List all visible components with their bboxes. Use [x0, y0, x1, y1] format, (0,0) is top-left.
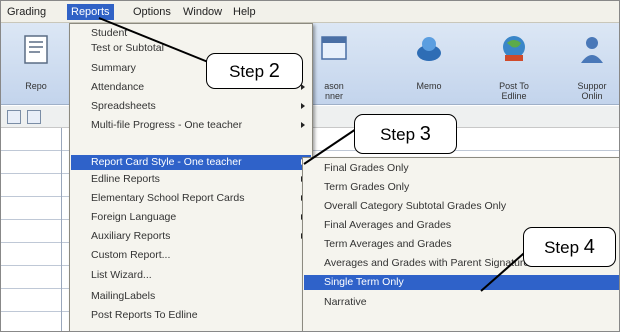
support-icon — [581, 37, 603, 63]
menu-options[interactable]: Options — [129, 4, 175, 20]
submenu-item-label: Averages and Grades with Parent Signatur… — [324, 257, 530, 269]
menu-item-label: Spreadsheets — [91, 100, 156, 112]
menu-item-custom-report[interactable]: Custom Report... — [71, 248, 311, 263]
step3-callout: Step 3 — [354, 114, 457, 154]
post-to-edline-label: Post To Edline — [499, 81, 529, 101]
menu-help[interactable]: Help — [229, 4, 260, 20]
submenu-arrow-icon — [301, 103, 305, 109]
menu-reports[interactable]: Reports — [67, 4, 114, 20]
menu-item-label: Summary — [91, 62, 136, 74]
menu-item-label: Foreign Language — [91, 211, 177, 223]
support-online-toolbar-button[interactable]: Suppor Onlin — [559, 31, 619, 101]
menu-item-label: List Wizard... — [91, 269, 152, 281]
callout-step-word: Step — [380, 125, 416, 144]
menu-item-label: Auxiliary Reports — [91, 230, 171, 242]
memo-icon — [417, 37, 441, 61]
menu-item-foreign-language[interactable]: Foreign Language — [71, 210, 311, 225]
reports-toolbar-button[interactable]: Repo — [3, 31, 69, 101]
submenu-arrow-icon — [301, 122, 305, 128]
callout-step-number: 4 — [583, 236, 595, 258]
globe-post-icon — [503, 36, 525, 61]
submenu-item-label: Narrative — [324, 296, 367, 308]
menu-item-post-reports-to-edline[interactable]: Post Reports To Edline — [71, 308, 311, 320]
menu-item-label: Custom Report... — [91, 249, 171, 261]
menu-item-edline-reports[interactable]: Edline Reports — [71, 172, 311, 187]
menu-item-auxiliary-reports[interactable]: Auxiliary Reports — [71, 229, 311, 244]
menu-item-label: Multi-file Progress - One teacher — [91, 119, 243, 131]
menu-item-label: Elementary School Report Cards — [91, 192, 245, 204]
app-window: Grading Reports Options Window Help Repo… — [0, 0, 620, 332]
callout-step-word: Step — [544, 238, 580, 257]
submenu-arrow-icon — [301, 84, 305, 90]
submenu-item-label: Term Averages and Grades — [324, 238, 452, 250]
menu-item-list-wizard[interactable]: List Wizard... — [71, 268, 311, 283]
reports-toolbar-label: Repo — [25, 81, 47, 91]
grid-icon[interactable] — [7, 110, 21, 124]
callout-step-word: Step — [229, 62, 265, 81]
submenu-item-overall-category-subtotal[interactable]: Overall Category Subtotal Grades Only — [304, 199, 619, 214]
menu-grading[interactable]: Grading — [3, 4, 50, 20]
submenu-item-term-grades-only[interactable]: Term Grades Only — [304, 180, 619, 195]
menu-item-label: Post Reports To Edline — [91, 309, 198, 320]
menu-item-label: Edline Reports — [91, 173, 160, 185]
menu-item-report-card-style[interactable]: Report Card Style - One teacher — [71, 155, 311, 170]
submenu-item-label: Final Averages and Grades — [324, 219, 452, 231]
support-online-label: Suppor Onlin — [577, 81, 607, 101]
calendar-icon — [321, 36, 347, 60]
menu-window[interactable]: Window — [179, 4, 226, 20]
callout-step-number: 2 — [268, 60, 280, 82]
callout-step-number: 3 — [419, 123, 431, 145]
memo-toolbar-label: Memo — [416, 81, 442, 91]
submenu-item-label: Final Grades Only — [324, 162, 409, 174]
post-to-edline-toolbar-button[interactable]: Post To Edline — [481, 31, 547, 101]
submenu-item-narrative[interactable]: Narrative — [304, 295, 619, 310]
memo-toolbar-button[interactable]: Memo — [396, 31, 462, 101]
menu-item-label: MailingLabels — [91, 290, 156, 302]
menu-item-mailing-labels[interactable]: MailingLabels — [71, 289, 311, 304]
menu-item-label: Test or Subtotal — [91, 42, 164, 54]
menu-item-label: Attendance — [91, 81, 145, 93]
chart-icon[interactable] — [27, 110, 41, 124]
step4-callout: Step 4 — [523, 227, 616, 267]
step2-callout: Step 2 — [206, 53, 303, 89]
submenu-item-label: Term Grades Only — [324, 181, 410, 193]
grid-column-line — [61, 128, 62, 331]
menu-item-elementary-report-cards[interactable]: Elementary School Report Cards — [71, 191, 311, 206]
submenu-item-label: Single Term Only — [324, 276, 404, 288]
menu-item-student[interactable]: Student — [71, 26, 311, 41]
menu-item-label: Student — [91, 27, 128, 39]
report-icon — [24, 35, 48, 64]
submenu-item-final-grades-only[interactable]: Final Grades Only — [304, 161, 619, 176]
menu-item-label: Report Card Style - One teacher — [91, 156, 242, 168]
submenu-item-label: Overall Category Subtotal Grades Only — [324, 200, 507, 212]
submenu-item-single-term-only[interactable]: Single Term Only — [304, 275, 619, 290]
menu-bar: Grading Reports Options Window Help — [1, 1, 619, 23]
menu-item-multi-file-progress[interactable]: Multi-file Progress - One teacher — [71, 118, 311, 133]
menu-item-spreadsheets[interactable]: Spreadsheets — [71, 99, 311, 114]
